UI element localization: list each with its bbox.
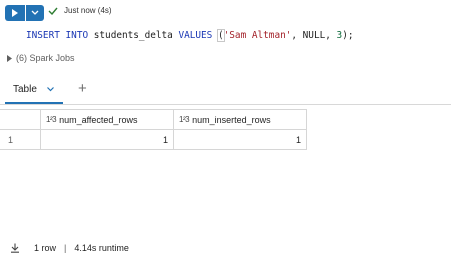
row-count: 1 row — [34, 243, 57, 253]
row-number-header — [0, 109, 41, 130]
column-header[interactable]: 1²3 num_affected_rows — [40, 109, 174, 130]
check-icon — [48, 7, 58, 15]
table-cell[interactable]: 1 — [173, 129, 307, 150]
table-identifier: students_delta — [93, 30, 173, 41]
tab-table-label: Table — [13, 84, 37, 95]
download-icon[interactable] — [10, 243, 20, 253]
footer-separator: | — [64, 243, 67, 253]
tab-table[interactable]: Table — [5, 76, 67, 103]
sql-code-line[interactable]: INSERT INTO students_delta VALUES ('Sam … — [26, 29, 354, 42]
close-paren: ); — [342, 30, 354, 41]
cell-status: Just now (4s) — [48, 6, 112, 15]
integer-type-icon: 1²3 — [46, 115, 57, 124]
table-header-row: 1²3 num_affected_rows 1²3 num_inserted_r… — [0, 109, 307, 130]
keyword: INTO — [65, 30, 89, 41]
run-cell-button[interactable] — [5, 5, 25, 21]
row-number: 1 — [0, 129, 41, 150]
table-row: 1 1 1 — [0, 129, 307, 150]
keyword: VALUES — [178, 30, 213, 41]
run-button-group — [5, 5, 44, 21]
results-table: 1²3 num_affected_rows 1²3 num_inserted_r… — [0, 109, 307, 150]
spark-jobs-toggle[interactable]: (6) Spark Jobs — [7, 53, 75, 63]
column-name: num_affected_rows — [59, 114, 138, 125]
result-tabs: Table + — [0, 76, 451, 104]
chevron-down-icon[interactable] — [46, 87, 54, 92]
column-header[interactable]: 1²3 num_inserted_rows — [173, 109, 307, 130]
keyword: INSERT — [26, 30, 60, 41]
runtime: 4.14s runtime — [74, 243, 129, 253]
status-text: Just now (4s) — [64, 6, 112, 15]
results-footer: 1 row | 4.14s runtime — [10, 243, 129, 253]
table-cell[interactable]: 1 — [40, 129, 174, 150]
chevron-down-icon — [31, 10, 39, 15]
string-literal: 'Sam Altman' — [223, 30, 292, 41]
add-tab-button[interactable]: + — [78, 81, 87, 96]
caret-right-icon — [7, 54, 12, 62]
play-icon — [12, 9, 18, 17]
run-options-dropdown[interactable] — [26, 5, 44, 21]
spark-jobs-label: (6) Spark Jobs — [16, 53, 75, 63]
column-name: num_inserted_rows — [192, 114, 271, 125]
tabs-divider — [0, 104, 451, 105]
integer-type-icon: 1²3 — [179, 115, 190, 124]
null-literal: , NULL, — [291, 30, 337, 41]
